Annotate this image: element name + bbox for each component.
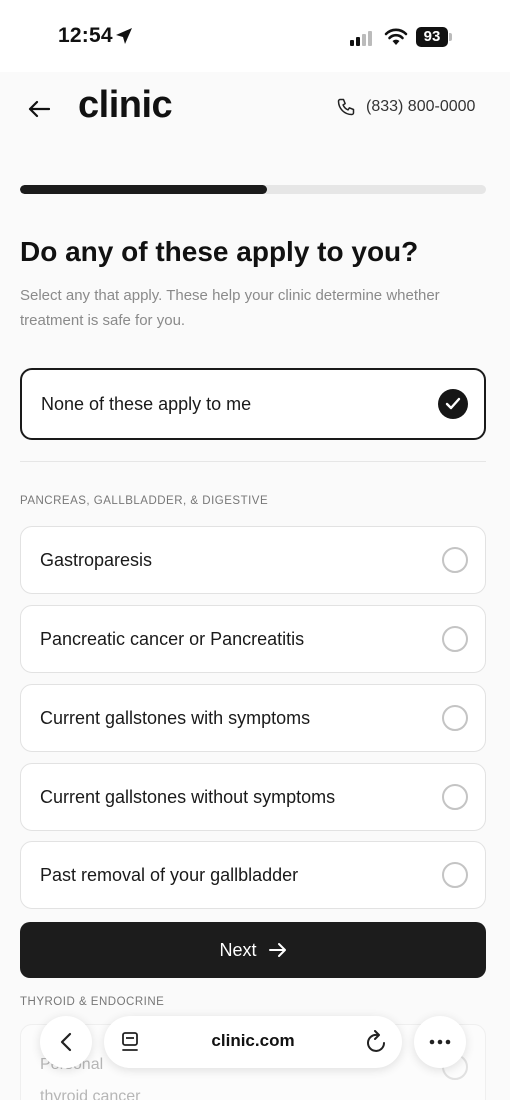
section-label-digestive: PANCREAS, GALLBLADDER, & DIGESTIVE xyxy=(20,495,269,507)
arrow-left-icon xyxy=(28,100,50,118)
location-arrow-icon xyxy=(115,27,133,50)
arrow-right-icon xyxy=(268,943,286,957)
progress-fill xyxy=(20,185,267,194)
brand-logo[interactable]: clinic xyxy=(78,84,173,127)
option-gallstones-with-symptoms[interactable]: Current gallstones with symptoms xyxy=(20,684,486,752)
option-none-apply[interactable]: None of these apply to me xyxy=(20,368,486,440)
progress-bar xyxy=(20,185,486,194)
checkmark-icon xyxy=(438,389,468,419)
option-label: Current gallstones without symptoms xyxy=(40,786,336,807)
option-label: Current gallstones with symptoms xyxy=(40,707,311,728)
browser-back-button[interactable] xyxy=(40,1016,92,1068)
reload-icon[interactable] xyxy=(366,1030,388,1059)
divider xyxy=(20,461,486,462)
option-label: Past removal of your gallbladder xyxy=(40,864,299,885)
radio-unchecked-icon xyxy=(442,705,468,731)
status-time: 12:54 xyxy=(58,24,113,47)
back-button[interactable] xyxy=(24,94,54,124)
wifi-icon xyxy=(384,26,408,51)
option-label: Pancreatic cancer or Pancreatitis xyxy=(40,628,305,649)
option-gallbladder-removal[interactable]: Past removal of your gallbladder xyxy=(20,841,486,909)
question-subtitle: Select any that apply. These help your c… xyxy=(20,287,440,329)
phone-icon xyxy=(337,98,355,116)
radio-unchecked-icon xyxy=(442,862,468,888)
option-pancreatic-cancer[interactable]: Pancreatic cancer or Pancreatitis xyxy=(20,605,486,673)
url-bar[interactable]: clinic.com xyxy=(104,1016,402,1068)
battery-level: 93 xyxy=(416,27,448,47)
option-label: None of these apply to me xyxy=(41,393,252,414)
cellular-signal-icon xyxy=(350,30,376,51)
header: clinic (833) 800-0000 xyxy=(0,72,510,152)
url-text: clinic.com xyxy=(211,1031,295,1050)
phone-number: (833) 800-0000 xyxy=(366,98,476,115)
ellipsis-icon xyxy=(429,1039,451,1045)
status-bar: 12:54 93 xyxy=(0,0,510,72)
chevron-left-icon xyxy=(60,1032,72,1052)
radio-unchecked-icon xyxy=(442,626,468,652)
section-label-thyroid: THYROID & ENDOCRINE xyxy=(20,996,165,1008)
option-label: Gastroparesis xyxy=(40,549,153,570)
next-button[interactable]: Next xyxy=(20,922,486,978)
battery-icon: 93 xyxy=(416,27,452,47)
radio-unchecked-icon xyxy=(442,784,468,810)
more-options-button[interactable] xyxy=(414,1016,466,1068)
question-title: Do any of these apply to you? xyxy=(20,236,419,267)
phone-link[interactable]: (833) 800-0000 xyxy=(336,97,475,117)
next-label: Next xyxy=(219,939,257,960)
option-gastroparesis[interactable]: Gastroparesis xyxy=(20,526,486,594)
radio-unchecked-icon xyxy=(442,547,468,573)
option-gallstones-without-symptoms[interactable]: Current gallstones without symptoms xyxy=(20,763,486,831)
